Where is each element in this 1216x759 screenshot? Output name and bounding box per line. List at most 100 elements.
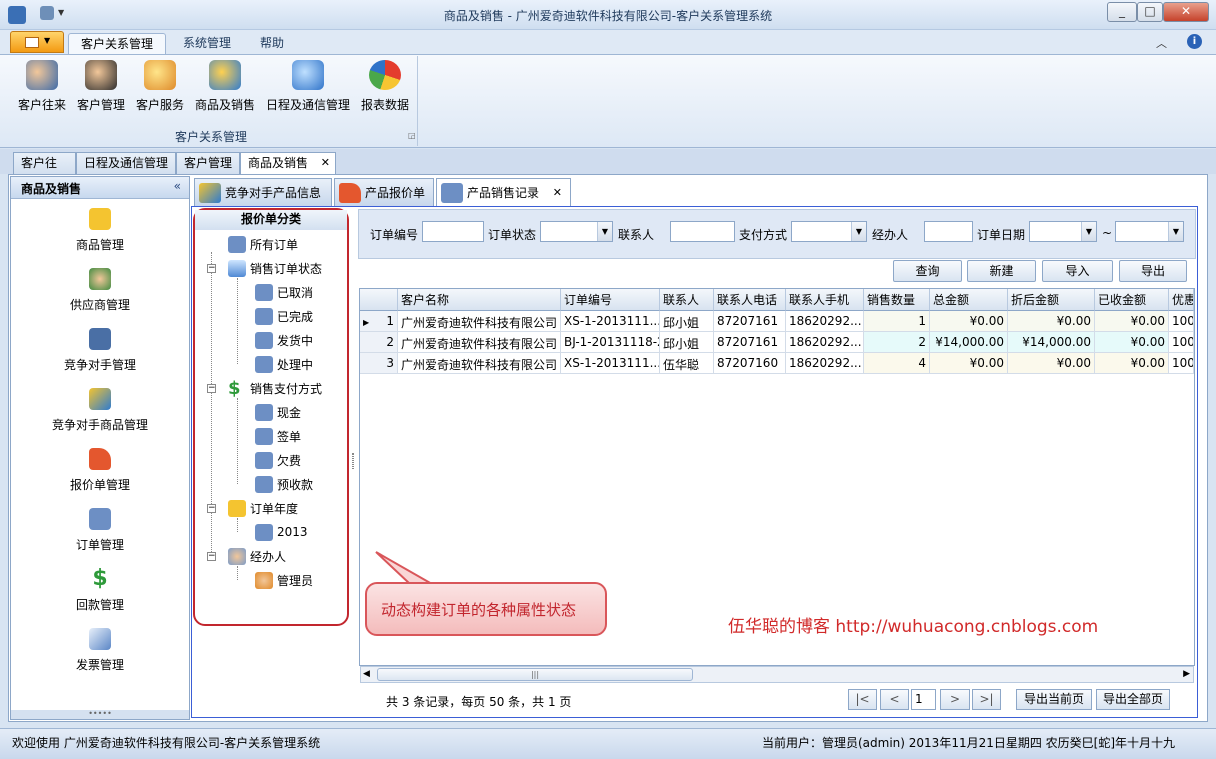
nav-item-products[interactable]: 商品管理 <box>11 208 189 253</box>
table-cell[interactable]: 18620292... <box>786 353 864 374</box>
tree-expander[interactable]: − <box>207 264 216 273</box>
column-header[interactable]: 订单编号 <box>561 289 660 311</box>
tree-node-completed[interactable]: 已完成 <box>255 306 313 326</box>
tree-node-owed[interactable]: 欠费 <box>255 450 301 470</box>
doc-tab-contacts[interactable]: 客户往来 <box>13 152 76 190</box>
tree-node-cash[interactable]: 现金 <box>255 402 301 422</box>
table-cell[interactable]: ¥0.00 <box>1095 311 1169 332</box>
splitter[interactable] <box>350 208 356 714</box>
table-cell[interactable]: XS-1-2013111... <box>561 311 660 332</box>
horizontal-scrollbar[interactable]: ◀ ||| ▶ <box>360 666 1194 683</box>
payment-select[interactable]: ▼ <box>791 221 867 242</box>
order-status-select[interactable]: ▼ <box>540 221 613 242</box>
import-button[interactable]: 导入 <box>1042 260 1113 282</box>
close-tab-icon[interactable]: ✕ <box>321 153 330 173</box>
minimize-button[interactable]: _ <box>1107 2 1137 22</box>
handler-input[interactable] <box>924 221 973 242</box>
query-button[interactable]: 查询 <box>893 260 962 282</box>
column-header[interactable]: 联系人电话 <box>714 289 786 311</box>
contact-input[interactable] <box>670 221 735 242</box>
row-indicator[interactable]: 2 <box>360 332 398 353</box>
ribbon-button-service[interactable]: 客户服务 <box>132 60 188 116</box>
table-cell[interactable]: ¥0.00 <box>1008 353 1095 374</box>
column-header[interactable]: 总金额 <box>930 289 1008 311</box>
ribbon-button-schedule[interactable]: 日程及通信管理 <box>263 60 353 116</box>
tree-node-cancelled[interactable]: 已取消 <box>255 282 313 302</box>
tree-node-prepaid[interactable]: 预收款 <box>255 474 313 494</box>
column-header[interactable]: 折后金额 <box>1008 289 1095 311</box>
subtab-sales-records[interactable]: 产品销售记录 ✕ <box>436 178 571 206</box>
nav-item-invoices[interactable]: 发票管理 <box>11 628 189 673</box>
collapse-panel-icon[interactable]: « <box>174 179 181 193</box>
column-header[interactable]: 联系人手机 <box>786 289 864 311</box>
tree-node-all-orders[interactable]: 所有订单 <box>228 234 298 254</box>
table-cell[interactable]: 2 <box>864 332 930 353</box>
table-cell[interactable]: ¥0.00 <box>1095 353 1169 374</box>
doc-tab-products[interactable]: 商品及销售 ✕ <box>240 152 336 174</box>
tree-node-handler[interactable]: 经办人 <box>228 546 286 566</box>
column-header[interactable]: 联系人 <box>660 289 714 311</box>
page-number-input[interactable]: 1 <box>911 689 936 710</box>
tree-node-shipping[interactable]: 发货中 <box>255 330 313 350</box>
table-cell[interactable]: 100 <box>1169 311 1194 332</box>
tree-expander[interactable]: − <box>207 504 216 513</box>
help-icon[interactable]: i <box>1187 34 1202 49</box>
row-indicator[interactable]: 3 <box>360 353 398 374</box>
last-page-button[interactable]: >| <box>972 689 1001 710</box>
table-cell[interactable]: ¥0.00 <box>1008 311 1095 332</box>
table-cell[interactable]: ¥14,000.00 <box>1008 332 1095 353</box>
subtab-competitor-info[interactable]: 竞争对手产品信息 <box>194 178 332 206</box>
table-cell[interactable]: XS-1-2013111... <box>561 353 660 374</box>
doc-tab-customer[interactable]: 客户管理 <box>176 152 240 174</box>
date-from-picker[interactable]: ▼ <box>1029 221 1097 242</box>
nav-item-quotes[interactable]: 报价单管理 <box>11 448 189 493</box>
nav-item-competitor-products[interactable]: 竞争对手商品管理 <box>11 388 189 433</box>
table-cell[interactable]: 100 <box>1169 332 1194 353</box>
nav-item-orders[interactable]: 订单管理 <box>11 508 189 553</box>
tree-node-processing[interactable]: 处理中 <box>255 354 313 374</box>
subtab-quote[interactable]: 产品报价单 <box>334 178 434 206</box>
table-cell[interactable]: ¥14,000.00 <box>930 332 1008 353</box>
table-cell[interactable]: 87207160 <box>714 353 786 374</box>
column-header[interactable]: 销售数量 <box>864 289 930 311</box>
column-header[interactable]: 优惠 <box>1169 289 1194 311</box>
table-cell[interactable]: 87207161 <box>714 311 786 332</box>
table-cell[interactable]: ¥0.00 <box>930 311 1008 332</box>
date-to-picker[interactable]: ▼ <box>1115 221 1184 242</box>
ribbon-button-products[interactable]: 商品及销售 <box>191 60 259 116</box>
ribbon-tab-help[interactable]: 帮助 <box>248 33 296 55</box>
new-button[interactable]: 新建 <box>967 260 1036 282</box>
ribbon-button-reports[interactable]: 报表数据 <box>357 60 413 116</box>
order-no-input[interactable] <box>422 221 484 242</box>
close-tab-icon[interactable]: ✕ <box>553 180 562 206</box>
tree-expander[interactable]: − <box>207 384 216 393</box>
table-cell[interactable]: 广州爱奇迪软件科技有限公司 <box>398 332 561 353</box>
table-cell[interactable]: ¥0.00 <box>1095 332 1169 353</box>
ribbon-button-customer-mgmt[interactable]: 客户管理 <box>73 60 129 116</box>
table-cell[interactable]: BJ-1-20131118-2 <box>561 332 660 353</box>
tree-node-2013[interactable]: 2013 <box>255 522 308 542</box>
table-cell[interactable]: 4 <box>864 353 930 374</box>
collapse-ribbon-icon[interactable]: ︿ <box>1156 35 1167 51</box>
table-cell[interactable]: 87207161 <box>714 332 786 353</box>
tree-node-admin[interactable]: 管理员 <box>255 570 313 590</box>
ribbon-tab-system[interactable]: 系统管理 <box>171 33 243 55</box>
table-cell[interactable]: 广州爱奇迪软件科技有限公司 <box>398 353 561 374</box>
export-current-page-button[interactable]: 导出当前页 <box>1016 689 1092 710</box>
maximize-button[interactable]: □ <box>1137 2 1163 22</box>
table-cell[interactable]: 18620292... <box>786 311 864 332</box>
scroll-right-icon[interactable]: ▶ <box>1183 669 1190 679</box>
table-cell[interactable]: 100 <box>1169 353 1194 374</box>
nav-item-suppliers[interactable]: 供应商管理 <box>11 268 189 313</box>
tree-node-payment-method[interactable]: $ 销售支付方式 <box>228 378 322 398</box>
nav-item-payments[interactable]: $ 回款管理 <box>11 568 189 613</box>
table-cell[interactable]: 邱小姐 <box>660 311 714 332</box>
scroll-left-icon[interactable]: ◀ <box>363 669 370 679</box>
export-all-pages-button[interactable]: 导出全部页 <box>1096 689 1170 710</box>
dialog-launcher-icon[interactable]: ◲ <box>408 131 416 140</box>
export-button[interactable]: 导出 <box>1119 260 1187 282</box>
table-cell[interactable]: 伍华聪 <box>660 353 714 374</box>
doc-tab-schedule[interactable]: 日程及通信管理 <box>76 152 176 174</box>
nav-item-competitors[interactable]: 竞争对手管理 <box>11 328 189 373</box>
table-cell[interactable]: 邱小姐 <box>660 332 714 353</box>
